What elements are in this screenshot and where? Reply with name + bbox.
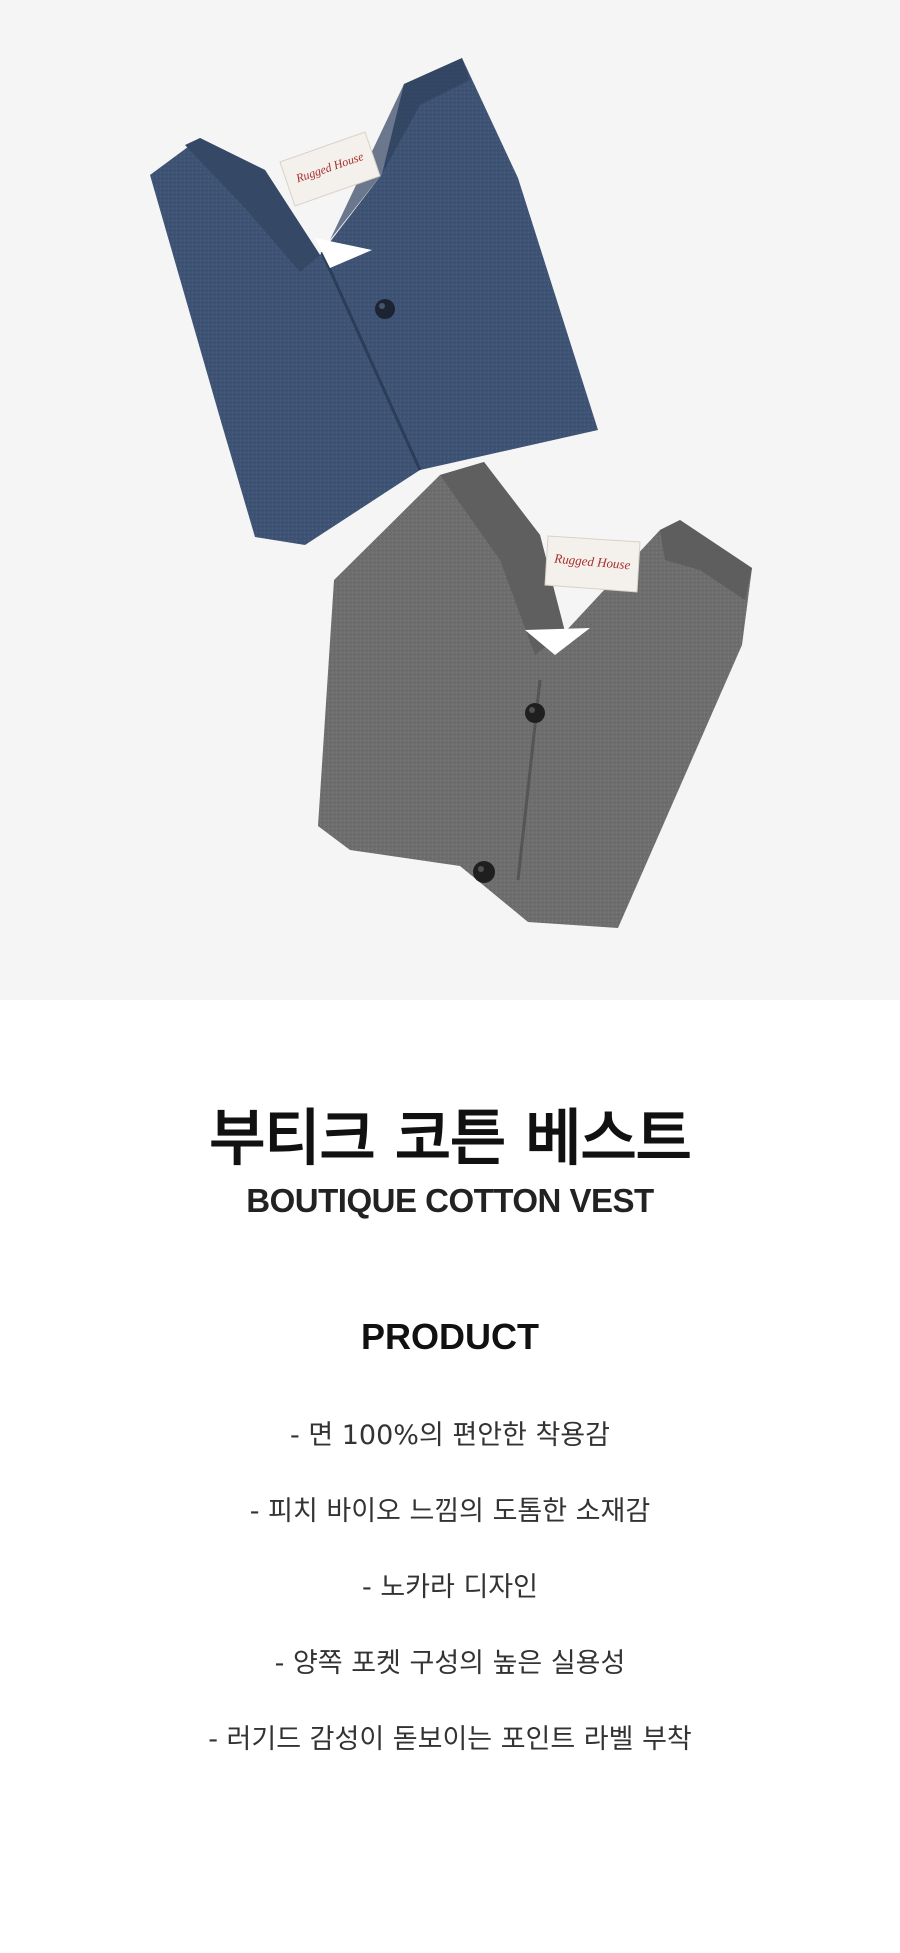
navy-vest: Rugged House xyxy=(150,58,598,545)
gray-vest: Rugged House xyxy=(318,462,752,928)
feature-item: - 면 100%의 편안한 착용감 xyxy=(290,1420,610,1451)
gray-vest-button-bottom xyxy=(473,861,495,883)
feature-item: - 노카라 디자인 xyxy=(362,1572,538,1603)
product-feature-list: - 면 100%의 편안한 착용감 - 피치 바이오 느낌의 도톰한 소재감 -… xyxy=(0,1416,900,1796)
product-title-english: BOUTIQUE COTTON VEST xyxy=(246,1182,654,1219)
feature-item: - 러기드 감성이 돋보이는 포인트 라벨 부착 xyxy=(208,1724,692,1755)
feature-item: - 양쪽 포켓 구성의 높은 실용성 xyxy=(274,1648,626,1679)
gray-vest-brand-label: Rugged House xyxy=(544,535,641,593)
gray-vest-button-top xyxy=(525,703,545,723)
product-detail-page: Rugged House Rugged House 부티크 코튼 베스트 BOU… xyxy=(0,0,900,1953)
vest-photo: Rugged House Rugged House xyxy=(150,58,752,928)
product-section-heading: PRODUCT xyxy=(361,1316,539,1357)
feature-item: - 피치 바이오 느낌의 도톰한 소재감 xyxy=(249,1496,651,1527)
navy-vest-button xyxy=(375,299,395,319)
product-title-korean: 부티크 코튼 베스트 xyxy=(209,1103,691,1174)
product-hero-image: Rugged House Rugged House xyxy=(0,0,900,1000)
